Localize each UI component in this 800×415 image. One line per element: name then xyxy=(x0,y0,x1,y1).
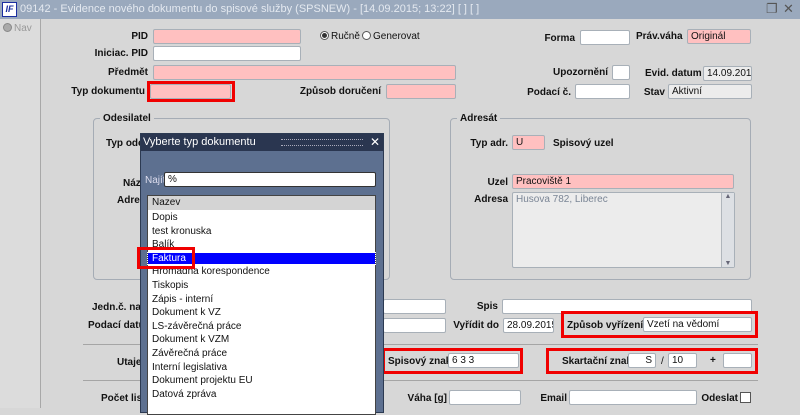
email-input[interactable] xyxy=(569,390,697,405)
find-input[interactable]: % xyxy=(164,172,376,187)
adresa-odesilatel-label: Adre xyxy=(117,195,140,206)
upozorneni-input[interactable] xyxy=(612,65,630,80)
pocet-listu-label: Počet lis xyxy=(101,393,143,404)
podaci-datum-label: Podací datu xyxy=(88,320,145,331)
spisovy-znak-label: Spisový znak xyxy=(388,356,452,367)
evid-datum-label: Evid. datum xyxy=(645,68,702,79)
scroll-up-icon[interactable]: ▲ xyxy=(722,193,734,200)
vaha-input[interactable] xyxy=(449,390,521,405)
pid-label: PID xyxy=(131,31,148,42)
zpusob-doruceni-label: Způsob doručení xyxy=(299,86,381,97)
zpusob-vyrizeni-label: Způsob vyřízení xyxy=(567,320,644,331)
typ-adr-input[interactable]: U xyxy=(512,135,545,150)
iniciac-pid-input[interactable] xyxy=(153,46,301,61)
uzel-label: Uzel xyxy=(487,177,508,188)
list-item[interactable]: LS-závěrečná práce xyxy=(152,321,242,332)
skartacni-znak-label: Skartační znak xyxy=(562,356,633,367)
skartacni-extra-input[interactable] xyxy=(723,353,752,368)
zpusob-vyrizeni-input[interactable]: Vzetí na vědomí xyxy=(643,317,752,332)
list-item[interactable]: Dokument k VZM xyxy=(152,334,229,345)
list-item[interactable]: Dokument k VZ xyxy=(152,307,221,318)
odeslat-label: Odeslat xyxy=(701,393,738,404)
dialog-close-icon[interactable]: ✕ xyxy=(370,135,380,149)
nav-radio-icon[interactable] xyxy=(3,23,12,32)
list-item[interactable]: Závěrečná práce xyxy=(152,348,227,359)
stav-input[interactable]: Aktivní xyxy=(668,84,752,99)
jedn-c-input[interactable] xyxy=(383,299,446,314)
list-item[interactable]: Dokument projektu EU xyxy=(152,375,253,386)
highlight-faktura xyxy=(137,247,195,269)
email-label: Email xyxy=(540,393,567,404)
evid-datum-input[interactable]: 14.09.2015 xyxy=(703,66,752,81)
iniciac-pid-label: Iniciac. PID xyxy=(94,48,148,59)
radio-manual-label: Ručně xyxy=(331,31,360,42)
podaci-c-input[interactable] xyxy=(575,84,630,99)
list-item[interactable]: Interní legislativa xyxy=(152,362,227,373)
select-document-type-dialog: Vyberte typ dokumentu ✕ Najít % Nazev Do… xyxy=(140,133,384,415)
vyridit-do-input[interactable]: 28.09.2015 xyxy=(503,318,554,333)
typ-dokumentu-label: Typ dokumentu xyxy=(71,86,145,97)
uzel-input[interactable]: Pracoviště 1 xyxy=(512,174,734,189)
nav-label[interactable]: Nav xyxy=(14,23,32,34)
list-item[interactable]: Tiskopis xyxy=(152,280,188,291)
close-icon[interactable]: ✕ xyxy=(783,1,794,17)
spisovy-znak-input[interactable]: 6 3 3 xyxy=(448,353,519,368)
forma-label: Forma xyxy=(544,33,575,44)
radio-generate-label: Generovat xyxy=(373,31,420,42)
adresa-label: Adresa xyxy=(474,194,508,205)
list-item[interactable]: Dopis xyxy=(152,212,178,223)
drag-handle[interactable] xyxy=(281,139,363,146)
column-header-nazev[interactable]: Nazev xyxy=(148,196,375,210)
utajeni-label: Utaje xyxy=(117,357,142,368)
slash-label: / xyxy=(661,356,664,367)
stav-label: Stav xyxy=(643,87,665,98)
nav-panel: Nav xyxy=(0,19,41,408)
prav-vaha-label: Práv.váha xyxy=(636,31,683,42)
restore-icon[interactable]: ❐ xyxy=(766,1,778,17)
predmet-input[interactable] xyxy=(153,65,456,80)
pid-input[interactable] xyxy=(153,29,301,44)
window-title: 09142 - Evidence nového dokumentu do spi… xyxy=(0,0,800,19)
nazev-label: Náz xyxy=(123,178,141,189)
find-label: Najít xyxy=(145,175,166,186)
upozorneni-label: Upozornění xyxy=(553,67,608,78)
adresa-scrollbar[interactable]: ▲ ▼ xyxy=(721,193,734,267)
jedn-c-label: Jedn.č. naš xyxy=(92,302,147,313)
list-item[interactable]: Datová zpráva xyxy=(152,389,216,400)
vaha-label: Váha [g] xyxy=(407,393,447,404)
adresa-textarea[interactable]: Husova 782, Liberec xyxy=(512,192,735,268)
typ-adr-desc: Spisový uzel xyxy=(553,138,614,149)
radio-manual[interactable] xyxy=(320,31,329,40)
radio-generate[interactable] xyxy=(362,31,371,40)
skartacni-znak-input[interactable]: S xyxy=(628,353,656,368)
prav-vaha-input[interactable]: Originál xyxy=(687,29,751,44)
list-item[interactable]: test kronuska xyxy=(152,226,211,237)
highlight-typ-dokumentu xyxy=(147,81,235,102)
skartacni-lhuta-input[interactable]: 10 xyxy=(668,353,697,368)
spis-label: Spis xyxy=(476,301,498,312)
podaci-datum-input[interactable] xyxy=(383,318,446,333)
plus-label: + xyxy=(710,355,716,366)
odeslat-checkbox[interactable] xyxy=(740,392,751,403)
podaci-c-label: Podací č. xyxy=(527,87,571,98)
vyridit-do-label: Vyřídit do xyxy=(453,320,499,331)
forma-input[interactable] xyxy=(580,30,630,45)
predmet-label: Předmět xyxy=(107,67,148,78)
app-logo-icon: IF xyxy=(2,2,17,17)
adresat-title: Adresát xyxy=(457,113,501,124)
zpusob-doruceni-input[interactable] xyxy=(386,84,456,99)
list-item[interactable]: Zápis - interní xyxy=(152,294,213,305)
document-type-list: Nazev Dopis test kronuska Balík Faktura Hrom… xyxy=(147,195,376,415)
odesilatel-title: Odesilatel xyxy=(100,113,154,124)
typ-adr-label: Typ adr. xyxy=(470,138,508,149)
typ-odesilatele-label: Typ ode xyxy=(106,138,144,149)
scroll-down-icon[interactable]: ▼ xyxy=(722,260,734,267)
